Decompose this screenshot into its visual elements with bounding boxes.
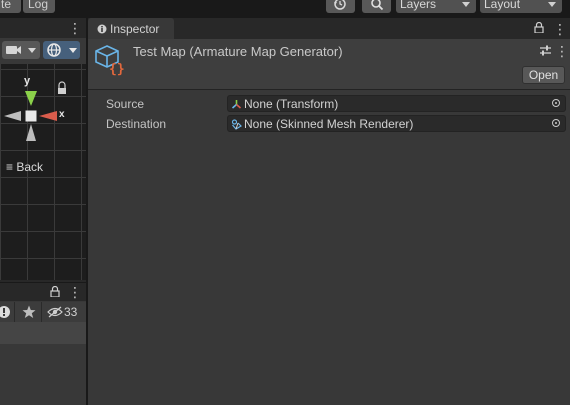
object-picker-icon[interactable] [552, 119, 560, 127]
svg-text:{}: {} [109, 62, 125, 76]
camera-icon [6, 46, 36, 54]
gizmo-x-axis[interactable] [39, 111, 57, 121]
hidden-eye-icon[interactable] [47, 306, 63, 318]
info-icon [97, 24, 107, 34]
skinned-mesh-renderer-icon [231, 119, 242, 130]
layers-dropdown[interactable]: Layers [396, 0, 476, 13]
console-log-button[interactable]: Log [23, 0, 55, 13]
gizmo-neg-x-axis[interactable] [4, 111, 21, 121]
search-icon [371, 0, 384, 11]
console-log-label: Log [28, 0, 49, 11]
inspector-more-icon[interactable]: ⋮ [553, 22, 567, 36]
gizmo-neg-z-axis[interactable] [26, 124, 36, 141]
hierarchy-tabbar: ⋮ [0, 283, 86, 301]
projection-toggle[interactable]: ≡ Back [6, 160, 43, 174]
hierarchy-selected-row[interactable] [0, 322, 86, 344]
gizmo-lock-icon[interactable] [58, 88, 66, 94]
destination-label: Destination [106, 117, 167, 131]
search-button[interactable] [362, 0, 391, 13]
open-button-label: Open [528, 68, 559, 82]
hierarchy-more-icon[interactable]: ⋮ [68, 285, 82, 299]
toolbar-button-partial[interactable]: te [0, 0, 21, 13]
orientation-gizmo[interactable] [0, 78, 86, 144]
source-label: Source [106, 97, 145, 111]
gizmo-y-axis[interactable] [25, 91, 37, 106]
open-button[interactable]: Open [522, 66, 565, 84]
toolbar-divider [14, 302, 15, 322]
scene-view-toolbar [0, 38, 86, 64]
lock-icon[interactable] [50, 286, 60, 297]
scene-more-options-icon[interactable]: ⋮ [68, 21, 82, 35]
scene-view-tabbar: ⋮ [0, 18, 86, 39]
star-icon[interactable] [22, 305, 36, 319]
destination-value: None (Skinned Mesh Renderer) [244, 117, 414, 131]
gizmos-toggle-button[interactable] [43, 41, 80, 59]
transform-icon [231, 100, 242, 109]
main-toolbar: te Log Layers Layout [0, 0, 570, 14]
history-icon [334, 0, 346, 10]
toolbar-button-partial-label: te [1, 0, 12, 11]
layout-dropdown-label: Layout [484, 0, 521, 11]
object-title: Test Map (Armature Map Generator) [133, 44, 343, 59]
warning-filter-icon[interactable] [0, 305, 12, 319]
hierarchy-toolbar: 33 [0, 302, 86, 322]
object-more-icon[interactable]: ⋮ [555, 44, 569, 58]
object-picker-icon[interactable] [552, 99, 560, 107]
destination-object-field[interactable]: None (Skinned Mesh Renderer) [227, 115, 566, 132]
source-object-field[interactable]: None (Transform) [227, 95, 566, 112]
toolbar-divider [41, 302, 42, 322]
camera-dropdown[interactable] [2, 41, 40, 59]
header-divider [88, 89, 570, 90]
menu-lines-icon: ≡ [6, 160, 14, 174]
settings-sliders-icon[interactable] [539, 44, 552, 57]
chevron-down-icon [462, 2, 470, 7]
inspector-lock-icon[interactable] [534, 22, 544, 33]
gizmo-x-label: x [59, 109, 65, 120]
tab-inspector-label: Inspector [110, 22, 160, 36]
scriptable-object-icon: {} [95, 45, 125, 76]
layers-dropdown-label: Layers [400, 0, 437, 11]
layout-dropdown[interactable]: Layout [480, 0, 562, 13]
projection-label: Back [16, 160, 44, 174]
tab-inspector[interactable]: Inspector [88, 18, 174, 39]
gizmo-center-cube[interactable] [25, 110, 37, 122]
hidden-count-label: 33 [64, 305, 78, 319]
chevron-down-icon [548, 2, 556, 7]
source-value: None (Transform) [244, 97, 339, 111]
gizmo-globe-icon [47, 43, 77, 57]
history-button[interactable] [326, 0, 355, 13]
